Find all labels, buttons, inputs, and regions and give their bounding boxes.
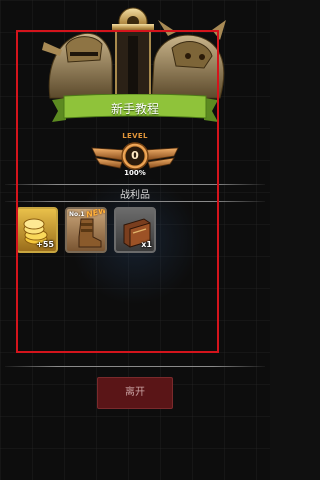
divider-bottom (5, 366, 265, 367)
leave-button[interactable]: 离开 (97, 377, 173, 409)
highlight-frame (16, 30, 219, 353)
